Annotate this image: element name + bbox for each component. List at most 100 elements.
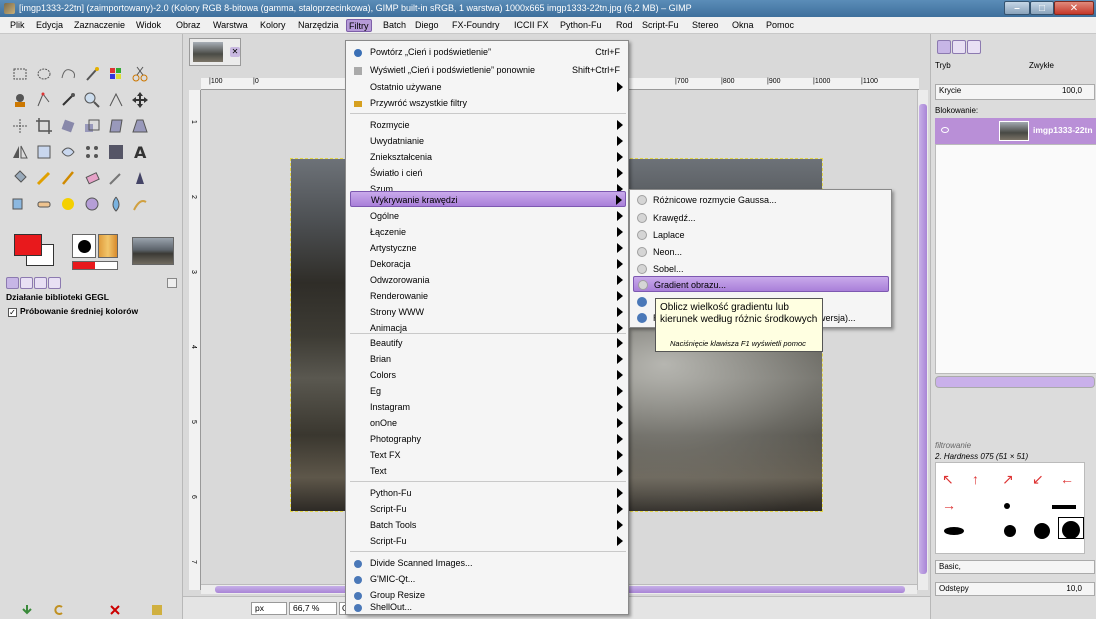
paintbrush-tool-icon[interactable]: [58, 168, 78, 188]
scissors-tool-icon[interactable]: [130, 64, 150, 84]
rotate-tool-icon[interactable]: [58, 116, 78, 136]
channels-tab-icon[interactable]: [952, 40, 966, 54]
menu-item-brian[interactable]: Brian: [350, 351, 626, 367]
layer-visibility-icon[interactable]: [941, 127, 949, 133]
brush-preview[interactable]: [72, 234, 96, 258]
menu-item-dog[interactable]: Różnicowe rozmycie Gaussa...: [633, 192, 889, 208]
menu-plik[interactable]: Plik: [8, 19, 27, 32]
menu-item-recent[interactable]: Ostatnio używane: [350, 79, 626, 95]
arrow-brush-icon[interactable]: ←: [1060, 471, 1086, 493]
ellipse-brush-icon[interactable]: [942, 525, 968, 547]
menu-item-neon[interactable]: Neon...: [633, 244, 889, 260]
shear-tool-icon[interactable]: [106, 116, 126, 136]
crop-tool-icon[interactable]: [34, 116, 54, 136]
menu-warstwa[interactable]: Warstwa: [211, 19, 250, 32]
unified-transform-tool-icon[interactable]: [82, 142, 102, 162]
scale-tool-icon[interactable]: [82, 116, 102, 136]
arrow-brush-icon[interactable]: ↗: [1002, 471, 1028, 493]
sample-average-checkbox[interactable]: ✓: [8, 308, 17, 317]
menu-item-edge-detect[interactable]: Wykrywanie krawędzi: [350, 191, 626, 207]
foreground-select-tool-icon[interactable]: [10, 90, 30, 110]
menu-item-divide-scanned[interactable]: Divide Scanned Images...: [350, 555, 626, 571]
menu-item-map[interactable]: Odwzorowania: [350, 272, 626, 288]
move-tool-icon[interactable]: [130, 90, 150, 110]
arrow-brush-icon[interactable]: ↙: [1032, 471, 1058, 493]
menu-script-fu[interactable]: Script-Fu: [640, 19, 681, 32]
reset-options-icon[interactable]: [150, 603, 164, 617]
menu-item-shellout[interactable]: ShellOut...: [350, 599, 626, 615]
menu-item-eg[interactable]: Eg: [350, 383, 626, 399]
menu-item-onone[interactable]: onOne: [350, 415, 626, 431]
menu-iccii-fx[interactable]: ICCII FX: [512, 19, 551, 32]
eraser-tool-icon[interactable]: [82, 168, 102, 188]
paths-tab-icon[interactable]: [967, 40, 981, 54]
ellipse-select-tool-icon[interactable]: [34, 64, 54, 84]
menu-edycja[interactable]: Edycja: [34, 19, 65, 32]
restore-options-icon[interactable]: [52, 603, 66, 617]
text-tool-icon[interactable]: A: [130, 142, 150, 162]
maximize-button[interactable]: □: [1030, 1, 1054, 15]
paths-tool-icon[interactable]: [34, 90, 54, 110]
menu-item-repeat[interactable]: Powtórz „Cień i podświetlenie” Ctrl+F: [350, 44, 626, 60]
images-tab-icon[interactable]: [48, 277, 61, 289]
menu-item-artistic[interactable]: Artystyczne: [350, 240, 626, 256]
menu-item-combine[interactable]: Łączenie: [350, 224, 626, 240]
menu-diego[interactable]: Diego: [413, 19, 441, 32]
minimize-button[interactable]: –: [1004, 1, 1030, 15]
menu-item-script-fu[interactable]: Script-Fu: [350, 501, 626, 517]
layers-tab-icon[interactable]: [937, 40, 951, 54]
menu-item-colors[interactable]: Colors: [350, 367, 626, 383]
layers-hscrollbar[interactable]: [935, 376, 1095, 388]
menu-fx-foundry[interactable]: FX-Foundry: [450, 19, 502, 32]
undo-history-tab-icon[interactable]: [34, 277, 47, 289]
menu-pomoc[interactable]: Pomoc: [764, 19, 796, 32]
brush-grid[interactable]: ↖ ↑ ↗ ↙ ← →: [935, 462, 1085, 554]
menu-item-text-fx[interactable]: Text FX: [350, 447, 626, 463]
unit-select[interactable]: px: [251, 602, 287, 615]
foreground-color-swatch[interactable]: [14, 234, 42, 256]
menu-item-photography[interactable]: Photography: [350, 431, 626, 447]
menu-item-edge[interactable]: Krawędź...: [633, 210, 889, 226]
menu-item-blur[interactable]: Rozmycie: [350, 117, 626, 133]
round-brush-icon[interactable]: [1032, 521, 1058, 543]
handle-transform-tool-icon[interactable]: [106, 142, 126, 162]
round-brush-icon[interactable]: [1002, 501, 1028, 523]
layers-list[interactable]: [935, 144, 1096, 374]
menu-item-instagram[interactable]: Instagram: [350, 399, 626, 415]
menu-item-batch-tools[interactable]: Batch Tools: [350, 517, 626, 533]
perspective-tool-icon[interactable]: [130, 116, 150, 136]
menu-item-laplace[interactable]: Laplace: [633, 227, 889, 243]
menu-item-text[interactable]: Text: [350, 463, 626, 479]
menu-item-python-fu[interactable]: Python-Fu: [350, 485, 626, 501]
zoom-select[interactable]: 66,7 %: [289, 602, 337, 615]
select-by-color-tool-icon[interactable]: [106, 64, 126, 84]
fuzzy-select-tool-icon[interactable]: [82, 64, 102, 84]
spacing-slider[interactable]: Odstępy 10,0: [935, 582, 1095, 596]
layer-name[interactable]: imgp1333-22tn: [1033, 125, 1093, 135]
pencil-tool-icon[interactable]: [34, 168, 54, 188]
dodge-burn-tool-icon[interactable]: [82, 194, 102, 214]
menu-batch[interactable]: Batch: [381, 19, 408, 32]
menu-item-reshow[interactable]: Wyświetl „Cień i podświetlenie” ponownie…: [350, 62, 626, 78]
free-select-tool-icon[interactable]: [58, 64, 78, 84]
rect-select-tool-icon[interactable]: [10, 64, 30, 84]
menu-stereo[interactable]: Stereo: [690, 19, 721, 32]
color-picker-tool-icon[interactable]: [58, 90, 78, 110]
flip-tool-icon[interactable]: [10, 142, 30, 162]
menu-item-light-shadow[interactable]: Światło i cień: [350, 165, 626, 181]
close-button[interactable]: ✕: [1054, 1, 1094, 15]
menu-narzedzia[interactable]: Narzędzia: [296, 19, 341, 32]
gradient-preview[interactable]: [72, 261, 118, 270]
image-tab[interactable]: ✕: [189, 38, 241, 66]
hardness-brush-selected[interactable]: [1058, 517, 1084, 539]
bucket-fill-tool-icon[interactable]: [10, 168, 30, 188]
mypaint-brush-tool-icon[interactable]: [130, 194, 150, 214]
save-options-icon[interactable]: [20, 603, 34, 617]
menu-item-decor[interactable]: Dekoracja: [350, 256, 626, 272]
menu-python-fu[interactable]: Python-Fu: [558, 19, 604, 32]
heal-tool-icon[interactable]: [34, 194, 54, 214]
close-image-tab-icon[interactable]: ✕: [230, 47, 240, 57]
align-tool-icon[interactable]: [10, 116, 30, 136]
menu-item-reset-filters[interactable]: Przywróć wszystkie filtry: [350, 95, 626, 111]
dock-configure-icon[interactable]: [167, 278, 177, 288]
